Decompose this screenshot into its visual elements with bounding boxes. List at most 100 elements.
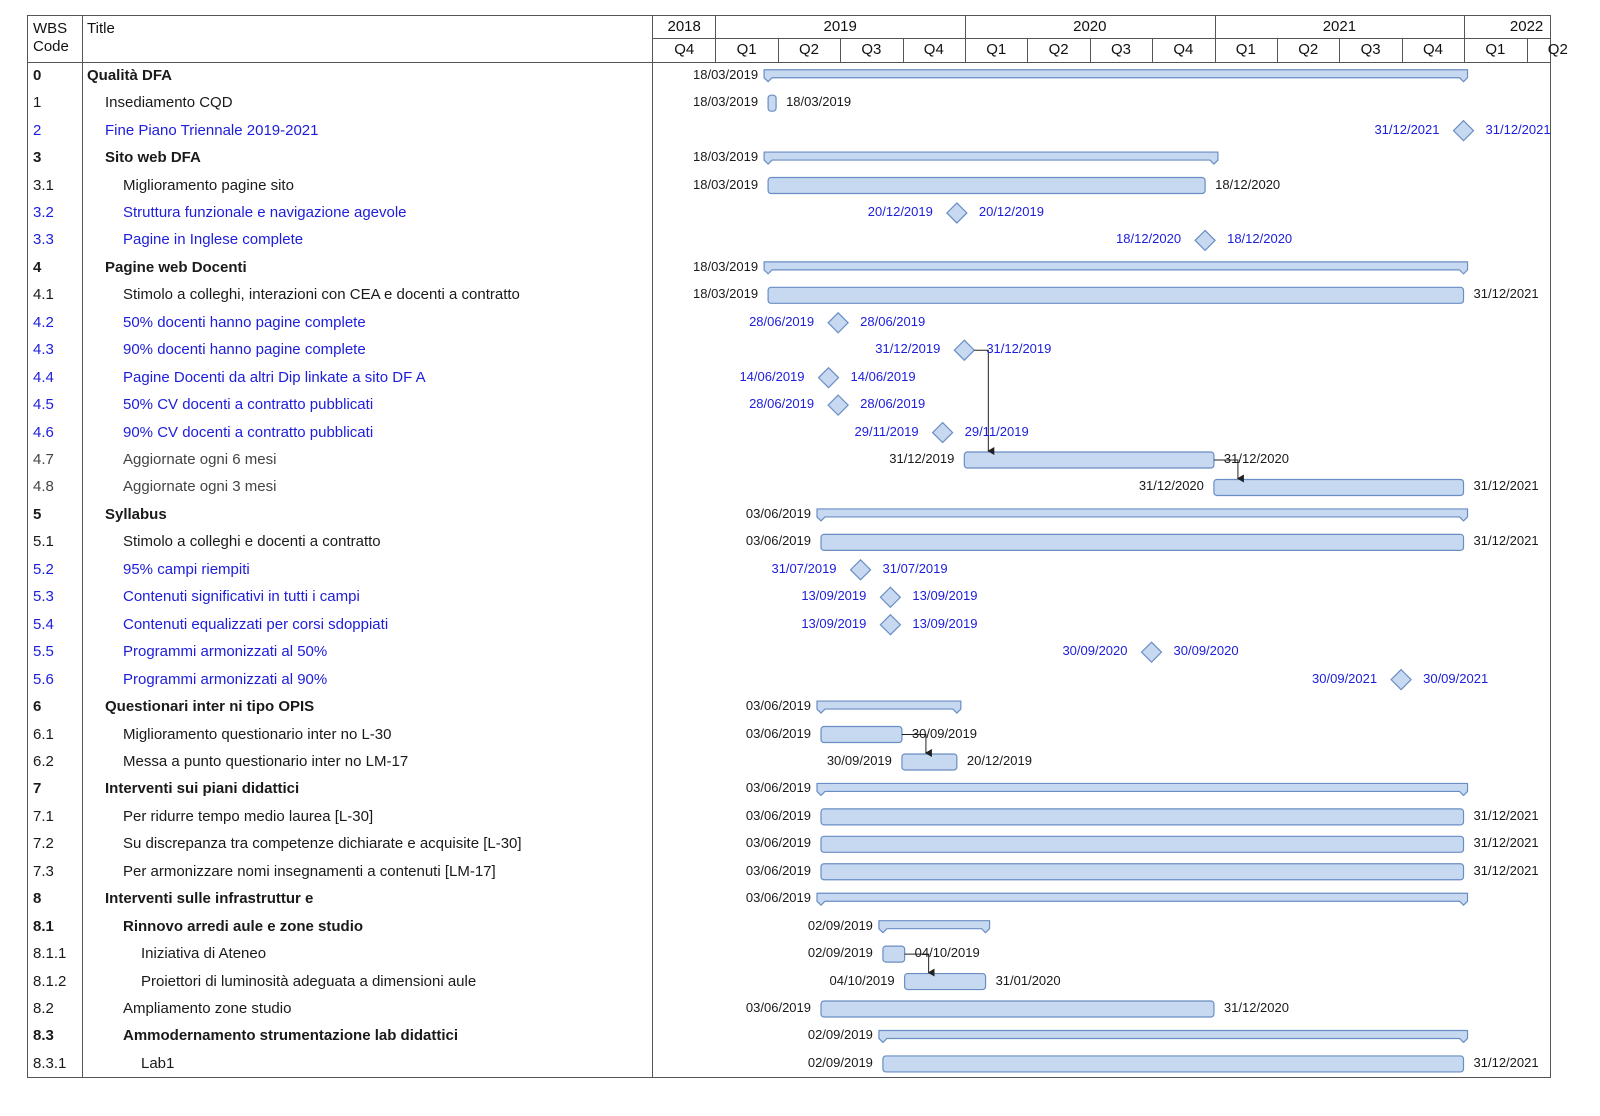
end-date-label: 31/12/2021 — [1473, 533, 1539, 549]
end-date-label: 30/09/2019 — [911, 725, 977, 741]
header-divider-bottom — [27, 62, 1551, 63]
task-code: 8.1.2 — [33, 972, 67, 990]
milestone-diamond — [953, 339, 976, 362]
task-title: Pagine Docenti da altri Dip linkate a si… — [123, 368, 426, 386]
milestone-diamond — [827, 311, 849, 334]
start-date-label: 18/03/2019 — [693, 258, 759, 274]
task-title: Interventi sulle infrastruttur e — [105, 890, 314, 908]
task-code: 4.8 — [33, 478, 54, 496]
quarter-divider — [1339, 38, 1341, 62]
end-date-label: 31/12/2021 — [1473, 862, 1539, 878]
task-code: 8.1.1 — [33, 945, 67, 963]
task-code: 3.3 — [33, 231, 54, 249]
end-date-label: 31/12/2021 — [1473, 478, 1539, 494]
task-code: 8.2 — [33, 1000, 54, 1018]
start-date-label: 28/06/2019 — [749, 396, 815, 412]
task-bar — [820, 1000, 1215, 1018]
quarter-label: Q2 — [1298, 41, 1319, 58]
quarter-divider — [1214, 38, 1216, 62]
start-date-label: 02/09/2019 — [807, 945, 873, 961]
start-date-label: 20/12/2019 — [867, 203, 933, 219]
end-date-label: 29/11/2019 — [964, 423, 1029, 439]
task-bar — [901, 753, 958, 771]
start-date-label: 18/03/2019 — [693, 176, 759, 192]
milestone-diamond — [879, 613, 902, 636]
start-date-label: 03/06/2019 — [745, 807, 811, 823]
start-date-label: 31/12/2021 — [1374, 121, 1440, 137]
task-bar — [820, 863, 1465, 881]
task-code: 8.3.1 — [33, 1054, 67, 1072]
task-title: Ampliamento zone studio — [123, 1000, 292, 1018]
start-date-label: 18/03/2019 — [693, 286, 759, 302]
task-bar — [767, 176, 1206, 195]
task-title: Ammodernamento strumentazione lab didatt… — [123, 1027, 459, 1045]
task-title: Iniziativa di Ateneo — [141, 945, 267, 963]
task-title: Per armonizzare nomi insegnamenti a cont… — [123, 862, 496, 880]
end-date-label: 31/01/2020 — [995, 972, 1061, 988]
start-date-label: 31/07/2019 — [771, 560, 837, 576]
quarter-label: Q2 — [1048, 41, 1069, 58]
task-title: Interventi sui piani didattici — [105, 780, 300, 798]
quarter-divider — [1526, 38, 1528, 62]
start-date-label: 29/11/2019 — [854, 423, 919, 439]
task-title: 50% docenti hanno pagine complete — [123, 313, 366, 331]
milestone-diamond — [827, 394, 849, 416]
end-date-label: 28/06/2019 — [860, 396, 926, 412]
task-title: Pagine web Docenti — [105, 258, 247, 276]
task-code: 2 — [33, 121, 42, 139]
task-code: 3.1 — [33, 176, 54, 194]
start-date-label: 03/06/2019 — [745, 533, 811, 549]
task-code: 8.1 — [33, 917, 54, 935]
task-title: Miglioramento questionario inter no L-30 — [123, 725, 392, 743]
start-date-label: 03/06/2019 — [745, 1000, 811, 1016]
quarter-label: Q4 — [1173, 41, 1194, 58]
task-code: 7.3 — [33, 862, 54, 880]
summary-bar — [816, 700, 962, 714]
quarter-divider — [840, 38, 842, 62]
task-code: 6 — [33, 698, 42, 716]
end-date-label: 31/12/2019 — [986, 341, 1052, 357]
start-date-label: 13/09/2019 — [801, 615, 867, 631]
end-date-label: 14/06/2019 — [850, 368, 916, 384]
header-divider-mid — [653, 38, 1551, 39]
end-date-label: 20/12/2019 — [978, 203, 1044, 219]
milestone-diamond — [946, 202, 968, 224]
task-title: Per ridurre tempo medio laurea [L-30] — [123, 807, 374, 825]
start-date-label: 31/12/2019 — [875, 341, 941, 357]
quarter-label: Q4 — [1422, 41, 1443, 58]
start-date-label: 03/06/2019 — [745, 862, 811, 878]
quarter-label: Q2 — [798, 41, 819, 58]
milestone-diamond — [1452, 119, 1475, 142]
start-date-label: 13/09/2019 — [801, 588, 867, 604]
task-title: Stimolo a colleghi, interazioni con CEA … — [123, 286, 520, 304]
quarter-divider — [1027, 38, 1029, 62]
task-title: 90% CV docenti a contratto pubblicati — [123, 423, 374, 441]
end-date-label: 30/09/2021 — [1423, 670, 1489, 686]
milestone-diamond — [931, 421, 954, 444]
quarter-label: Q3 — [1110, 41, 1131, 58]
task-title: Syllabus — [105, 505, 167, 523]
end-date-label: 31/12/2021 — [1473, 807, 1539, 823]
quarter-label: Q2 — [1547, 41, 1568, 58]
task-bar — [820, 835, 1465, 853]
start-date-label: 30/09/2020 — [1062, 643, 1128, 659]
task-bar — [767, 286, 1465, 304]
summary-bar — [816, 508, 1469, 522]
quarter-divider — [1277, 38, 1278, 62]
milestone-diamond — [849, 558, 872, 581]
task-code: 5.1 — [33, 533, 54, 551]
summary-bar — [816, 892, 1469, 906]
end-date-label: 18/12/2020 — [1215, 176, 1281, 192]
task-bar — [1213, 478, 1465, 497]
task-bar — [767, 94, 777, 112]
quarter-label: Q3 — [1360, 41, 1381, 58]
summary-bar — [878, 1029, 1469, 1044]
task-code: 3.2 — [33, 203, 54, 221]
summary-bar — [763, 151, 1219, 165]
task-code: 7 — [33, 780, 42, 798]
milestone-diamond — [1194, 229, 1216, 252]
task-code: 8.3 — [33, 1027, 54, 1045]
year-label: 2022 — [1509, 18, 1544, 35]
task-code: 4.5 — [33, 396, 54, 414]
end-date-label: 04/10/2019 — [914, 945, 980, 961]
